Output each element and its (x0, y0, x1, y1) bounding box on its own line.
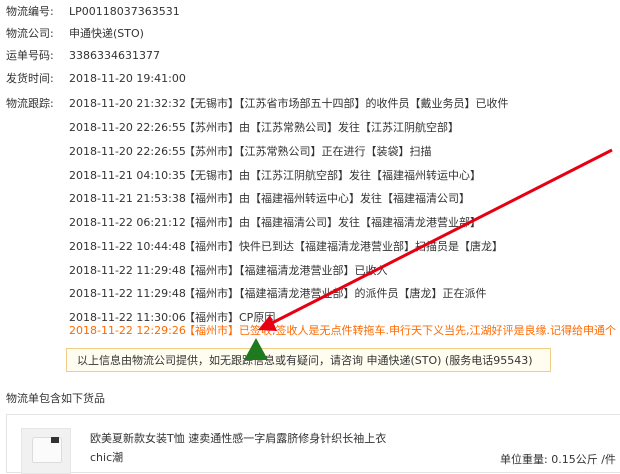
event-text: 【福州市】【福建福清龙港营业部】的派件员【唐龙】正在派件 (184, 287, 487, 300)
ship-time-value: 2018-11-20 19:41:00 (69, 72, 186, 85)
tracking-label: 物流跟踪: (6, 97, 54, 110)
product-title-link[interactable]: 欧美夏新款女装T恤 速卖通性感一字肩露脐修身针织长袖上衣 (90, 431, 386, 447)
waybill-row: 运单号码: 3386334631377 (6, 47, 160, 65)
shop-name: chic潮 (90, 451, 124, 464)
tracking-event: 2018-11-22 06:21:12【福州市】由【福建福清公司】发往【福建福清… (69, 214, 481, 232)
event-time: 2018-11-22 11:29:48 (69, 264, 186, 277)
tracking-number-row: 物流编号: LP00118037363531 (6, 3, 180, 21)
event-time: 2018-11-20 22:26:55 (69, 145, 186, 158)
product-thumbnail[interactable] (21, 428, 71, 474)
unit-weight-label: 单位重量: (500, 453, 548, 466)
event-text: 【福州市】【福建福清龙港营业部】已收入 (184, 264, 388, 277)
event-time: 2018-11-22 10:44:48 (69, 240, 186, 253)
event-text: 【苏州市】【江苏常熟公司】正在进行【装袋】扫描 (184, 145, 432, 158)
waybill-value: 3386334631377 (69, 49, 160, 62)
event-text: 【无锡市】由【江苏江阴航空部】发往【福建福州转运中心】 (184, 169, 481, 182)
event-text: 【福州市】已签收,签收人是无点件转拖车.申行天下义当先,江湖好评是良缘.记得给申… (184, 324, 616, 337)
event-text: 【福州市】由【福建福州转运中心】发往【福建福清公司】 (184, 192, 470, 205)
tracking-event: 2018-11-20 22:26:55【苏州市】【江苏常熟公司】正在进行【装袋】… (69, 143, 432, 161)
tracking-event: 2018-11-22 11:29:48【福州市】【福建福清龙港营业部】的派件员【… (69, 285, 487, 303)
tracking-event: 2018-11-21 04:10:35【无锡市】由【江苏江阴航空部】发往【福建福… (69, 167, 481, 185)
ship-time-label: 发货时间: (6, 72, 54, 85)
event-text: 【苏州市】由【江苏常熟公司】发往【江苏江阴航空部】 (184, 121, 459, 134)
goods-panel: 欧美夏新款女装T恤 速卖通性感一字肩露脐修身针织长袖上衣 chic潮 单位重量:… (6, 414, 620, 474)
unit-weight: 单位重量: 0.15公斤 /件 (500, 452, 616, 468)
event-text: 【福州市】快件已到达【福建福清龙港营业部】扫描员是【唐龙】 (184, 240, 503, 253)
info-notice: 以上信息由物流公司提供，如无跟踪信息或有疑问，请咨询 申通快递(STO) (服务… (66, 348, 551, 372)
tracking-event: 2018-11-22 11:29:48【福州市】【福建福清龙港营业部】已收入 (69, 262, 388, 280)
tracking-event: 2018-11-20 21:32:32【无锡市】【江苏省市场部五十四部】的收件员… (69, 95, 509, 113)
ship-time-row: 发货时间: 2018-11-20 19:41:00 (6, 70, 186, 88)
event-time: 2018-11-21 21:53:38 (69, 192, 186, 205)
tracking-event: 2018-11-21 21:53:38【福州市】由【福建福州转运中心】发往【福建… (69, 190, 470, 208)
company-value: 申通快递(STO) (69, 27, 144, 40)
event-time: 2018-11-22 12:29:26 (69, 324, 186, 337)
event-text: 【无锡市】【江苏省市场部五十四部】的收件员【戴业务员】已收件 (184, 97, 509, 110)
event-time: 2018-11-22 11:29:48 (69, 287, 186, 300)
unit-weight-value: 0.15公斤 /件 (551, 453, 616, 466)
goods-section-title: 物流单包含如下货品 (6, 392, 105, 405)
tracking-number-value: LP00118037363531 (69, 5, 180, 18)
tracking-event: 2018-11-22 10:44:48【福州市】快件已到达【福建福清龙港营业部】… (69, 238, 503, 256)
tracking-event: 2018-11-20 22:26:55【苏州市】由【江苏常熟公司】发往【江苏江阴… (69, 119, 459, 137)
company-label: 物流公司: (6, 27, 54, 40)
event-time: 2018-11-21 04:10:35 (69, 169, 186, 182)
event-time: 2018-11-20 22:26:55 (69, 121, 186, 134)
tracking-number-label: 物流编号: (6, 5, 54, 18)
company-row: 物流公司: 申通快递(STO) (6, 25, 144, 43)
event-text: 【福州市】由【福建福清公司】发往【福建福清龙港营业部】 (184, 216, 481, 229)
waybill-label: 运单号码: (6, 49, 54, 62)
tracking-event-latest: 2018-11-22 12:29:26【福州市】已签收,签收人是无点件转拖车.申… (69, 322, 620, 340)
event-time: 2018-11-20 21:32:32 (69, 97, 186, 110)
label-tag-image (51, 437, 59, 443)
event-time: 2018-11-22 06:21:12 (69, 216, 186, 229)
